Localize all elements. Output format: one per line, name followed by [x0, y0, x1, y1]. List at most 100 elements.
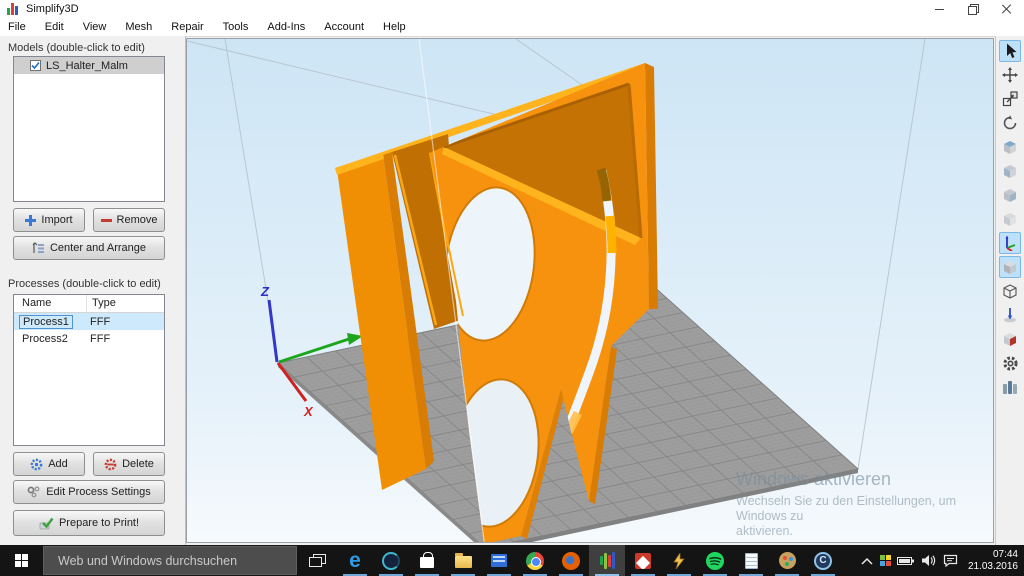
taskbar-app-media[interactable] — [373, 545, 409, 576]
menu-bar: File Edit View Mesh Repair Tools Add-Ins… — [0, 18, 1024, 36]
edit-process-settings-button[interactable]: Edit Process Settings — [13, 480, 165, 504]
add-label: Add — [48, 458, 68, 470]
column-header-name: Name — [22, 297, 51, 309]
menu-tools[interactable]: Tools — [223, 21, 249, 33]
taskbar-search[interactable] — [43, 546, 297, 575]
tray-app-cluster-icon[interactable] — [880, 555, 891, 566]
tool-solid-render[interactable] — [999, 256, 1021, 278]
process-row-1[interactable]: Process1 FFF — [14, 313, 164, 330]
tool-scale[interactable] — [999, 88, 1021, 110]
close-icon — [1002, 4, 1012, 14]
spotify-icon — [706, 552, 724, 570]
taskbar-app-simplify3d[interactable] — [589, 545, 625, 576]
taskbar-app-edge[interactable]: e — [337, 545, 373, 576]
tray-chevron-icon[interactable] — [860, 556, 874, 566]
taskbar-app-notepad[interactable] — [733, 545, 769, 576]
column-divider — [86, 295, 87, 313]
media-app-icon — [382, 552, 400, 570]
tool-settings[interactable] — [999, 352, 1021, 374]
menu-file[interactable]: File — [8, 21, 26, 33]
start-button[interactable] — [0, 545, 43, 576]
process-2-name[interactable]: Process2 — [22, 333, 68, 345]
taskbar-app-sketchup[interactable] — [625, 545, 661, 576]
delete-label: Delete — [122, 458, 154, 470]
model-visibility-checkbox[interactable] — [30, 60, 41, 71]
taskbar-app-utility[interactable] — [661, 545, 697, 576]
add-process-button[interactable]: Add — [13, 452, 85, 476]
models-list[interactable]: LS_Halter_Malm — [13, 56, 165, 202]
tool-machine-control[interactable] — [999, 376, 1021, 398]
folder-icon — [455, 556, 472, 568]
view-cube-top-icon — [1002, 211, 1018, 228]
remove-button[interactable]: Remove — [93, 208, 165, 232]
process-row-2[interactable]: Process2 FFF — [14, 330, 164, 347]
minimize-button[interactable] — [922, 0, 956, 18]
taskbar-app-ccleaner[interactable]: C — [805, 545, 841, 576]
menu-account[interactable]: Account — [324, 21, 364, 33]
taskbar-app-chrome[interactable] — [517, 545, 553, 576]
taskbar-app-file-explorer[interactable] — [445, 545, 481, 576]
tool-rotate[interactable] — [999, 112, 1021, 134]
prepare-to-print-label: Prepare to Print! — [59, 517, 139, 529]
system-tray: 07:44 21.03.2016 — [860, 549, 1024, 572]
x-axis-label: X — [303, 404, 314, 419]
title-bar: Simplify3D — [0, 0, 1024, 18]
chrome-icon — [526, 552, 544, 570]
taskbar-app-firefox[interactable] — [553, 545, 589, 576]
tray-clock[interactable]: 07:44 21.03.2016 — [964, 549, 1018, 572]
cursor-icon — [1003, 43, 1018, 59]
tool-wireframe[interactable] — [999, 280, 1021, 302]
models-panel-title: Models (double-click to edit) — [8, 42, 145, 54]
solid-cube-icon — [1002, 259, 1018, 276]
process-1-name[interactable]: Process1 — [19, 315, 73, 329]
delete-process-button[interactable]: Delete — [93, 452, 165, 476]
menu-help[interactable]: Help — [383, 21, 406, 33]
tool-view-default[interactable] — [999, 136, 1021, 158]
lightning-icon — [671, 553, 687, 569]
menu-view[interactable]: View — [83, 21, 107, 33]
view-cube-front-icon — [1002, 163, 1018, 180]
model-list-item[interactable]: LS_Halter_Malm — [14, 57, 164, 74]
taskbar-app-document[interactable] — [481, 545, 517, 576]
tool-cross-section[interactable] — [999, 328, 1021, 350]
task-view-button[interactable] — [297, 545, 337, 576]
tool-view-top[interactable] — [999, 208, 1021, 230]
tray-date: 21.03.2016 — [968, 561, 1018, 573]
add-gear-icon — [30, 458, 43, 471]
menu-mesh[interactable]: Mesh — [125, 21, 152, 33]
arrange-icon — [32, 242, 45, 254]
menu-repair[interactable]: Repair — [171, 21, 203, 33]
menu-edit[interactable]: Edit — [45, 21, 64, 33]
remove-label: Remove — [117, 214, 158, 226]
import-button[interactable]: Import — [13, 208, 85, 232]
close-button[interactable] — [990, 0, 1024, 18]
battery-icon[interactable] — [897, 555, 915, 567]
taskbar-app-store[interactable] — [409, 545, 445, 576]
restore-button[interactable] — [956, 0, 990, 18]
viewport-3d[interactable]: Z X Windows aktivieren Wechseln Sie zu d… — [186, 38, 994, 543]
document-app-icon — [491, 554, 507, 567]
wireframe-cube-icon — [1002, 283, 1018, 300]
search-input[interactable] — [44, 554, 284, 568]
gear-icon — [1002, 355, 1019, 372]
center-and-arrange-button[interactable]: Center and Arrange — [13, 236, 165, 260]
edit-process-settings-label: Edit Process Settings — [46, 486, 151, 498]
tool-translate[interactable] — [999, 64, 1021, 86]
volume-icon[interactable] — [921, 554, 937, 567]
tool-select-cursor[interactable] — [999, 40, 1021, 62]
tool-view-side[interactable] — [999, 184, 1021, 206]
taskbar-app-paint[interactable] — [769, 545, 805, 576]
menu-add-ins[interactable]: Add-Ins — [267, 21, 305, 33]
model-name-label: LS_Halter_Malm — [46, 60, 128, 72]
processes-table[interactable]: Name Type Process1 FFF Process2 FFF — [13, 294, 165, 446]
move-arrows-icon — [1002, 67, 1018, 83]
viewport-scene: Z X — [187, 39, 993, 542]
prepare-to-print-button[interactable]: Prepare to Print! — [13, 510, 165, 536]
tool-coordinate-axes[interactable] — [999, 232, 1021, 254]
tool-supports[interactable] — [999, 304, 1021, 326]
taskbar-app-spotify[interactable] — [697, 545, 733, 576]
action-center-icon[interactable] — [943, 554, 958, 567]
store-bag-icon — [420, 557, 434, 568]
tool-view-front[interactable] — [999, 160, 1021, 182]
processes-panel-title: Processes (double-click to edit) — [8, 278, 161, 290]
